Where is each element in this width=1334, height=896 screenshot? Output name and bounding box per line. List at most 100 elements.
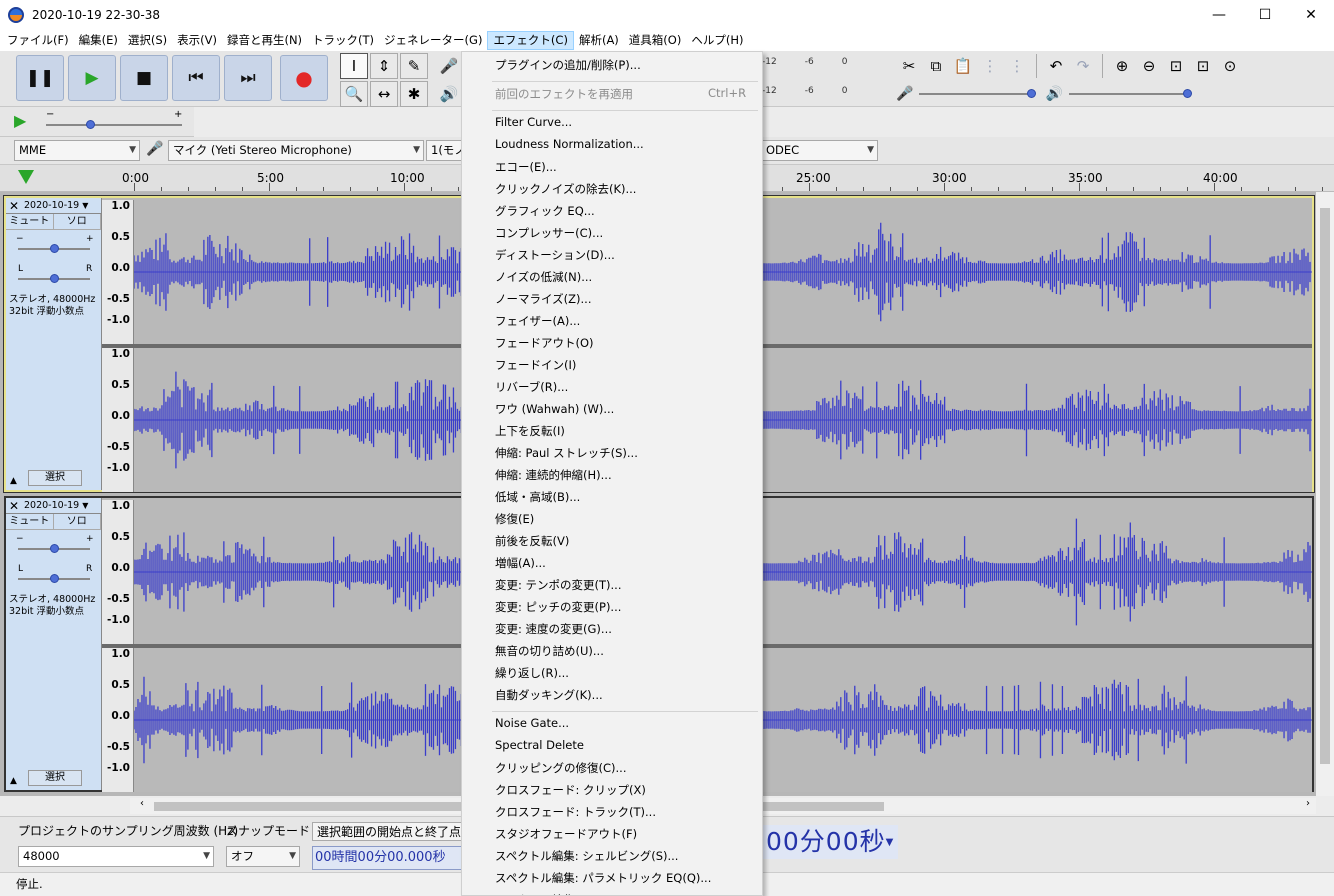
undo-icon[interactable]: ↶ — [1043, 53, 1069, 79]
audio-position-display[interactable]: 00分00秒▼ — [762, 825, 899, 859]
effects-menu-item[interactable]: スタジオフェードアウト(F) — [495, 826, 637, 842]
effects-menu-item[interactable]: Filter Curve... — [495, 115, 572, 129]
menu-6[interactable]: ジェネレーター(G) — [379, 31, 487, 50]
play-meter-icon[interactable]: 🔊 — [438, 81, 460, 107]
trim-icon[interactable]: ⋮ — [977, 53, 1003, 79]
effects-menu-item[interactable]: プラグインの追加/削除(P)... — [495, 57, 641, 73]
selection-start-time[interactable]: 00時間00分00.000秒 — [312, 846, 462, 870]
effects-menu-item[interactable]: グラフィック EQ... — [495, 203, 595, 219]
effects-menu-item[interactable]: フェードイン(I) — [495, 357, 576, 373]
paste-icon[interactable]: 📋 — [950, 53, 976, 79]
pan-slider[interactable] — [18, 574, 90, 583]
menu-2[interactable]: 選択(S) — [123, 31, 172, 50]
timeshift-tool-icon[interactable]: ↔ — [370, 81, 398, 107]
gain-slider[interactable] — [18, 544, 90, 553]
project-rate-select[interactable]: 48000 ▼ — [18, 846, 214, 867]
playback-speed-slider[interactable] — [46, 120, 182, 129]
play-head-icon[interactable] — [18, 170, 34, 184]
multi-tool-icon[interactable]: ✱ — [400, 81, 428, 107]
menu-10[interactable]: ヘルプ(H) — [686, 31, 748, 50]
track-select-button[interactable]: 選択 — [28, 470, 82, 486]
menu-9[interactable]: 道具箱(O) — [624, 31, 687, 50]
cut-icon[interactable]: ✂ — [896, 53, 922, 79]
effects-menu-item[interactable]: 伸縮: Paul ストレッチ(S)... — [495, 445, 638, 461]
effects-menu-item[interactable]: 自動ダッキング(K)... — [495, 687, 603, 703]
fit-project-icon[interactable]: ⊡ — [1190, 53, 1216, 79]
silence-icon[interactable]: ⋮ — [1004, 53, 1030, 79]
effects-menu-item[interactable]: スペクトル編集: マルチツール(M)... — [495, 892, 681, 895]
zoom-toggle-icon[interactable]: ⊙ — [1217, 53, 1243, 79]
effects-menu-item[interactable]: ノーマライズ(Z)... — [495, 291, 591, 307]
menu-8[interactable]: 解析(A) — [574, 31, 624, 50]
mute-button[interactable]: ミュート — [6, 214, 54, 229]
effects-menu-item[interactable]: 無音の切り詰め(U)... — [495, 643, 604, 659]
effects-menu-item[interactable]: Noise Gate... — [495, 716, 569, 730]
effects-menu-item[interactable]: エコー(E)... — [495, 159, 557, 175]
track-name[interactable]: 2020-10-19 — [22, 500, 79, 511]
snap-mode-select[interactable]: オフ ▼ — [226, 846, 300, 867]
effects-menu-item[interactable]: スペクトル編集: シェルビング(S)... — [495, 848, 678, 864]
effects-menu-item[interactable]: クリッピングの修復(C)... — [495, 760, 626, 776]
effects-menu-item[interactable]: 繰り返し(R)... — [495, 665, 569, 681]
effects-menu-item[interactable]: Loudness Normalization... — [495, 137, 644, 151]
draw-tool-icon[interactable]: ✎ — [400, 53, 428, 79]
record-volume-slider[interactable] — [919, 89, 1037, 98]
menu-7[interactable]: エフェクト(C) — [487, 31, 574, 50]
pan-slider[interactable] — [18, 274, 90, 283]
selection-range-label[interactable]: 選択範囲の開始点と終了点 — [312, 822, 467, 841]
play-button[interactable]: ▶ — [68, 55, 116, 101]
effects-menu-item[interactable]: 上下を反転(I) — [495, 423, 565, 439]
track-select-button[interactable]: 選択 — [28, 770, 82, 786]
effects-menu-item[interactable]: 変更: ピッチの変更(P)... — [495, 599, 621, 615]
effects-menu-item[interactable]: クロスフェード: トラック(T)... — [495, 804, 656, 820]
record-meter-icon[interactable]: 🎤 — [438, 53, 460, 79]
effects-menu-item[interactable]: スペクトル編集: パラメトリック EQ(Q)... — [495, 870, 711, 886]
effects-menu-item[interactable]: 伸縮: 連続的伸縮(H)... — [495, 467, 612, 483]
menu-1[interactable]: 編集(E) — [74, 31, 123, 50]
menu-0[interactable]: ファイル(F) — [2, 31, 74, 50]
playback-volume-slider[interactable] — [1068, 89, 1192, 98]
effects-menu-item[interactable]: フェードアウト(O) — [495, 335, 594, 351]
recording-device-select[interactable]: マイク (Yeti Stereo Microphone) ▼ — [168, 140, 424, 161]
collapse-track-icon[interactable]: ▲ — [10, 776, 17, 786]
effects-menu-item[interactable]: ディストーション(D)... — [495, 247, 615, 263]
solo-button[interactable]: ソロ — [54, 214, 101, 229]
close-button[interactable]: ✕ — [1288, 0, 1334, 30]
vertical-scrollbar[interactable] — [1316, 192, 1334, 796]
collapse-track-icon[interactable]: ▲ — [10, 476, 17, 486]
redo-icon[interactable]: ↷ — [1070, 53, 1096, 79]
track-menu-chevron-down-icon[interactable]: ▼ — [82, 501, 88, 510]
recording-channels-select[interactable]: 1(モノラ — [426, 140, 462, 161]
close-track-icon[interactable]: ✕ — [6, 199, 22, 213]
maximize-button[interactable]: ☐ — [1242, 0, 1288, 30]
zoom-in-icon[interactable]: ⊕ — [1109, 53, 1135, 79]
solo-button[interactable]: ソロ — [54, 514, 101, 529]
copy-icon[interactable]: ⧉ — [923, 53, 949, 79]
skip-end-button[interactable]: ⏭ — [224, 55, 272, 101]
record-button[interactable]: ● — [280, 55, 328, 101]
effects-menu-item[interactable]: 低域・高域(B)... — [495, 489, 580, 505]
skip-start-button[interactable]: ⏮ — [172, 55, 220, 101]
pause-button[interactable]: ❚❚ — [16, 55, 64, 101]
effects-menu-item[interactable]: 修復(E) — [495, 511, 534, 527]
effects-menu-item[interactable]: リバーブ(R)... — [495, 379, 568, 395]
effects-menu-item[interactable]: 前後を反転(V) — [495, 533, 569, 549]
stop-button[interactable]: ■ — [120, 55, 168, 101]
zoom-tool-icon[interactable]: 🔍 — [340, 81, 368, 107]
fit-selection-icon[interactable]: ⊡ — [1163, 53, 1189, 79]
effects-menu-item[interactable]: クロスフェード: クリップ(X) — [495, 782, 646, 798]
zoom-out-icon[interactable]: ⊖ — [1136, 53, 1162, 79]
gain-slider[interactable] — [18, 244, 90, 253]
close-track-icon[interactable]: ✕ — [6, 499, 22, 513]
effects-menu-item[interactable]: ノイズの低減(N)... — [495, 269, 592, 285]
track-menu-chevron-down-icon[interactable]: ▼ — [82, 201, 88, 210]
playback-device-select[interactable]: ODEC ▼ — [762, 140, 878, 161]
effects-menu-item[interactable]: 増幅(A)... — [495, 555, 546, 571]
menu-3[interactable]: 表示(V) — [172, 31, 222, 50]
effects-menu-item[interactable]: 変更: テンポの変更(T)... — [495, 577, 622, 593]
minimize-button[interactable]: — — [1196, 0, 1242, 30]
mute-button[interactable]: ミュート — [6, 514, 54, 529]
track-name[interactable]: 2020-10-19 — [22, 200, 79, 211]
effects-menu-item[interactable]: Spectral Delete — [495, 738, 584, 752]
audio-host-select[interactable]: MME ▼ — [14, 140, 140, 161]
